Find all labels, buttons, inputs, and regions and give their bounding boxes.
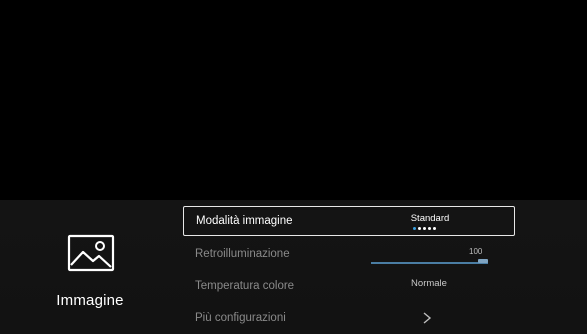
menu-item-more-settings[interactable]: Più configurazioni [183,304,515,334]
color-temperature-label: Temperatura colore [195,280,295,292]
chevron-right-icon [423,312,432,324]
backlight-value: 100 [469,247,483,256]
picture-mode-label: Modalità immagine [196,215,293,227]
color-temperature-value: Normale [411,278,447,289]
page-dot [418,227,421,230]
backlight-label: Retroilluminazione [195,248,290,260]
category-picture[interactable]: Immagine [40,230,140,325]
page-dot [423,227,426,230]
backlight-slider-fill [371,262,488,264]
page-dot [428,227,431,230]
menu-item-picture-mode[interactable]: Modalità immagine Standard [183,206,515,236]
picture-icon [67,234,115,272]
menu-item-backlight[interactable]: Retroilluminazione 100 [183,240,515,270]
backlight-slider[interactable] [371,259,488,264]
page-dot-active [413,227,416,230]
picture-mode-value: Standard [410,213,450,224]
picture-mode-page-indicator [413,227,436,231]
more-settings-label: Più configurazioni [195,312,286,324]
category-label: Immagine [56,292,124,309]
backlight-slider-thumb[interactable] [478,259,488,263]
menu-item-color-temperature[interactable]: Temperatura colore Normale [183,272,515,302]
page-dot [433,227,436,230]
